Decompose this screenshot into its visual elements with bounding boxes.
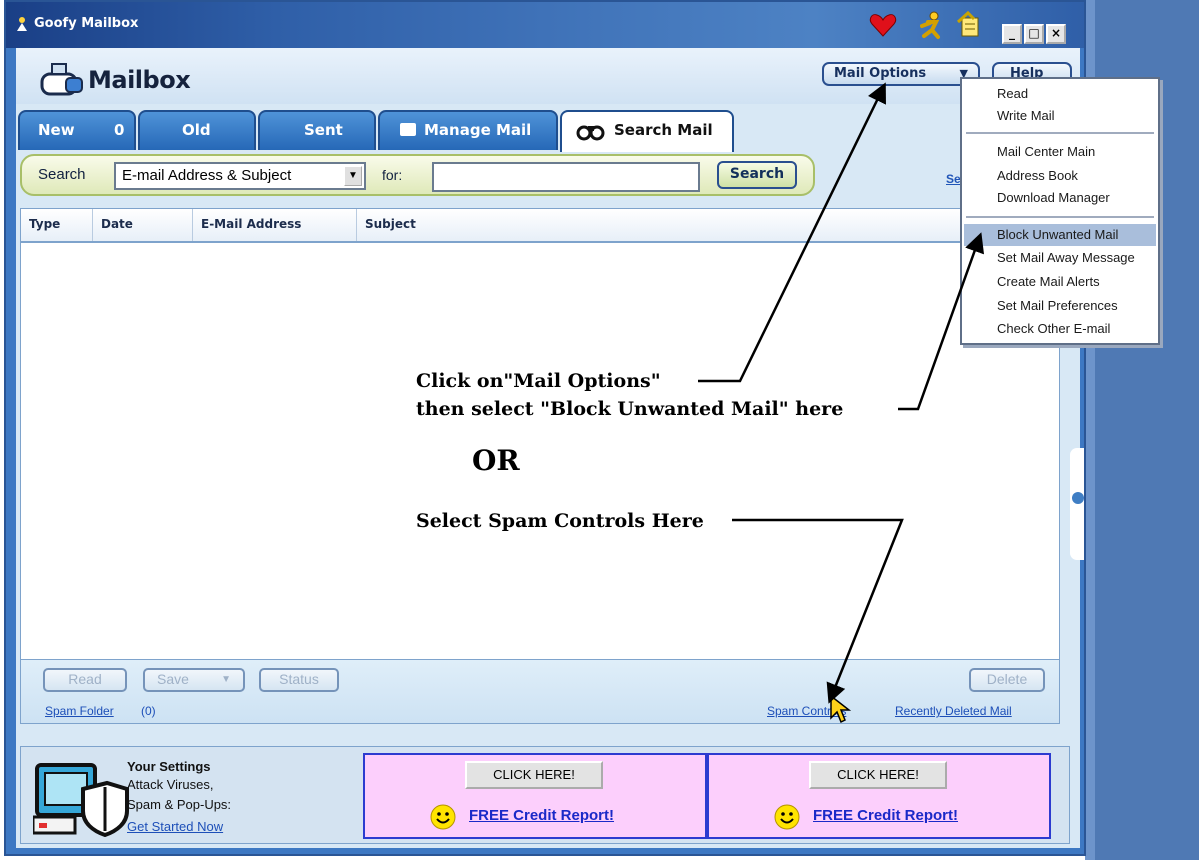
- spam-folder-link[interactable]: Spam Folder: [45, 704, 114, 718]
- message-actions-bar: Read Save ▼ Status Delete Spam Folder (0…: [20, 660, 1060, 724]
- tab-sent-label: Sent: [304, 121, 343, 139]
- menu-separator: [966, 216, 1154, 218]
- search-field-value: E-mail Address & Subject: [122, 167, 292, 184]
- mailbox-app: Mailbox Mail Options ▼ Help New 0 Old Se…: [16, 48, 1084, 848]
- menu-item-block-unwanted-mail[interactable]: Block Unwanted Mail: [964, 224, 1156, 246]
- menu-item-check-other-email[interactable]: Check Other E-mail: [964, 318, 1156, 340]
- promo-box: CLICK HERE! FREE Credit Report!: [707, 753, 1051, 839]
- column-email-address[interactable]: E-Mail Address: [193, 209, 357, 241]
- search-label: Search: [38, 166, 86, 183]
- new-count-badge: 0: [114, 121, 125, 139]
- get-started-link[interactable]: Get Started Now: [127, 819, 223, 834]
- tab-old[interactable]: Old: [138, 110, 256, 150]
- running-man-icon[interactable]: [916, 10, 946, 40]
- heart-icon[interactable]: [868, 10, 898, 40]
- mailbox-window: Goofy Mailbox _ □ × Mailbox Mail Options…: [4, 0, 1086, 856]
- message-list-header: Type Date E-Mail Address Subject: [21, 209, 1059, 243]
- mail-options-menu: Read Write Mail Mail Center Main Address…: [960, 77, 1160, 345]
- menu-item-read[interactable]: Read: [964, 83, 1156, 105]
- tab-old-label: Old: [182, 121, 211, 139]
- promo-box: CLICK HERE! FREE Credit Report!: [363, 753, 707, 839]
- screenshot-stage: Goofy Mailbox _ □ × Mailbox Mail Options…: [0, 0, 1199, 860]
- read-button[interactable]: Read: [43, 668, 127, 692]
- app-icon: [17, 17, 27, 31]
- title-bar[interactable]: Goofy Mailbox _ □ ×: [6, 2, 1084, 48]
- menu-item-download-manager[interactable]: Download Manager: [964, 187, 1156, 209]
- promo-footer: Your Settings Attack Viruses, Spam & Pop…: [20, 746, 1070, 844]
- tab-new[interactable]: New 0: [18, 110, 136, 150]
- security-shield-icon: [33, 763, 129, 837]
- menu-item-mail-center-main[interactable]: Mail Center Main: [964, 141, 1156, 163]
- menu-item-set-mail-preferences[interactable]: Set Mail Preferences: [964, 295, 1156, 317]
- menu-item-address-book[interactable]: Address Book: [964, 165, 1156, 187]
- settings-line-2: Spam & Pop-Ups:: [127, 797, 232, 812]
- binoculars-icon: [576, 125, 605, 141]
- search-bar: Search E-mail Address & Subject ▼ for: S…: [20, 154, 815, 196]
- click-here-button[interactable]: CLICK HERE!: [809, 761, 947, 789]
- free-credit-report-link[interactable]: FREE Credit Report!: [469, 807, 614, 824]
- tab-search-mail-label: Search Mail: [614, 121, 713, 139]
- mailbox-tabs: New 0 Old Sent Manage Mail Search Mail: [18, 110, 778, 152]
- menu-item-create-mail-alerts[interactable]: Create Mail Alerts: [964, 271, 1156, 293]
- annotation-mail-options: Click on"Mail Options": [416, 370, 661, 392]
- smiley-icon: [430, 804, 456, 830]
- mailbox-icon: [40, 63, 83, 96]
- menu-item-write-mail[interactable]: Write Mail: [964, 105, 1156, 127]
- minimize-button[interactable]: _: [1002, 24, 1022, 44]
- search-side-link[interactable]: Se: [946, 172, 961, 186]
- recently-deleted-mail-link[interactable]: Recently Deleted Mail: [895, 704, 1012, 718]
- column-type[interactable]: Type: [21, 209, 93, 241]
- annotation-block-unwanted: then select "Block Unwanted Mail" here: [416, 398, 844, 420]
- free-credit-report-link[interactable]: FREE Credit Report!: [813, 807, 958, 824]
- folder-icon: [400, 123, 416, 136]
- smiley-icon: [774, 804, 800, 830]
- tab-new-label: New: [38, 121, 75, 139]
- mailbox-header: Mailbox Mail Options ▼ Help: [16, 48, 1080, 104]
- message-list[interactable]: Type Date E-Mail Address Subject: [20, 208, 1060, 660]
- search-button[interactable]: Search: [717, 161, 797, 189]
- page-title: Mailbox: [88, 66, 191, 94]
- side-panel-toggle[interactable]: [1070, 448, 1084, 560]
- tab-manage-mail[interactable]: Manage Mail: [378, 110, 558, 150]
- delete-button[interactable]: Delete: [969, 668, 1045, 692]
- settings-title: Your Settings: [127, 759, 211, 774]
- expand-arrow-icon: [1072, 492, 1084, 504]
- mouse-cursor-icon: [830, 694, 851, 724]
- column-subject[interactable]: Subject: [357, 209, 1059, 241]
- tab-search-mail[interactable]: Search Mail: [560, 110, 734, 152]
- save-label: Save: [157, 671, 189, 687]
- menu-separator: [966, 132, 1154, 134]
- maximize-button[interactable]: □: [1024, 24, 1044, 44]
- menu-item-set-mail-away-message[interactable]: Set Mail Away Message: [964, 247, 1156, 269]
- tab-manage-mail-label: Manage Mail: [424, 121, 532, 139]
- settings-line-1: Attack Viruses,: [127, 777, 214, 792]
- annotation-spam-controls: Select Spam Controls Here: [416, 510, 704, 532]
- annotation-or: OR: [472, 444, 520, 477]
- chevron-down-icon: ▼: [221, 674, 231, 685]
- spam-folder-count: (0): [141, 704, 156, 718]
- select-arrow-icon[interactable]: ▼: [344, 166, 362, 186]
- status-button[interactable]: Status: [259, 668, 339, 692]
- window-title: Goofy Mailbox: [34, 16, 139, 31]
- column-date[interactable]: Date: [93, 209, 193, 241]
- search-field-select[interactable]: E-mail Address & Subject ▼: [114, 162, 366, 190]
- search-input[interactable]: [432, 162, 700, 192]
- tab-sent[interactable]: Sent: [258, 110, 376, 150]
- notepad-icon[interactable]: [954, 10, 984, 40]
- click-here-button[interactable]: CLICK HERE!: [465, 761, 603, 789]
- save-button[interactable]: Save ▼: [143, 668, 245, 692]
- close-button[interactable]: ×: [1046, 24, 1066, 44]
- mail-options-button[interactable]: Mail Options ▼: [822, 62, 980, 86]
- for-label: for:: [382, 167, 403, 183]
- mail-options-label: Mail Options: [834, 66, 927, 81]
